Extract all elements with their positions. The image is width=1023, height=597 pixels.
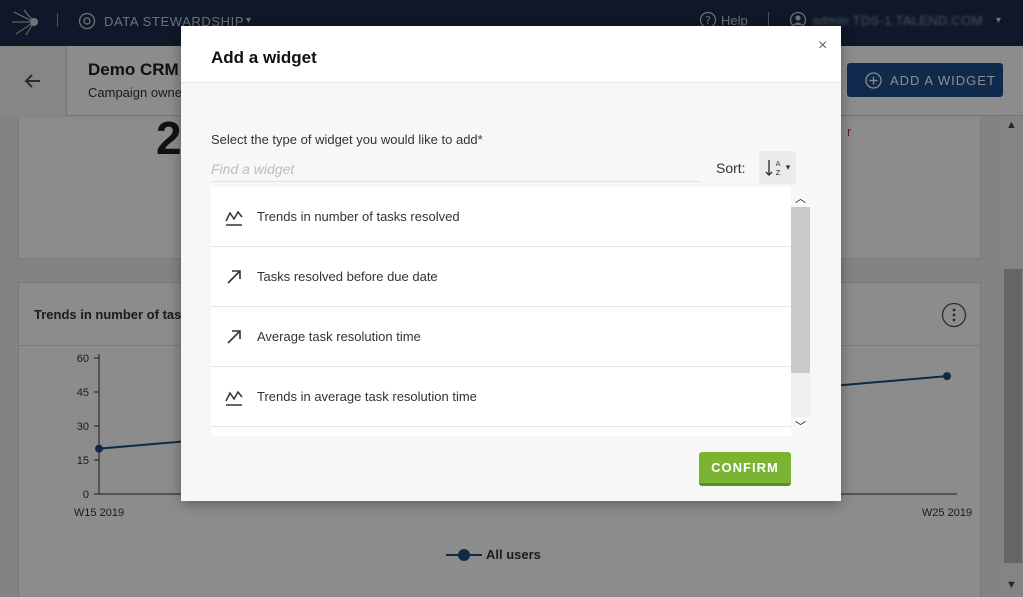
sort-label: Sort: xyxy=(716,160,746,176)
confirm-button[interactable]: CONFIRM xyxy=(699,452,791,486)
widget-type-label: Select the type of widget you would like… xyxy=(211,132,483,147)
widget-type-list: Trends in number of tasks resolved Tasks … xyxy=(211,187,791,436)
chevron-down-icon[interactable]: ﹀ xyxy=(795,418,806,434)
sort-button[interactable]: A Z ▾ xyxy=(759,151,796,184)
widget-search-input[interactable] xyxy=(211,156,701,182)
dialog-title: Add a widget xyxy=(211,48,317,67)
widget-list-item-label: Average task resolution time xyxy=(257,329,421,344)
widget-list-scrollbar[interactable]: ︿ ﹀ xyxy=(791,187,810,436)
close-icon[interactable]: × xyxy=(818,37,827,55)
sort-alpha-icon: A Z xyxy=(765,159,780,177)
dialog-header: Add a widget × xyxy=(181,26,841,83)
widget-list-item-label: Trends in number of tasks resolved xyxy=(257,209,460,224)
svg-text:Z: Z xyxy=(775,169,780,177)
widget-list-item[interactable]: Trends in average task resolution time xyxy=(211,367,791,427)
trend-chart-icon xyxy=(225,210,243,226)
arrow-up-right-icon xyxy=(227,329,241,344)
widget-list-item[interactable]: Average task resolution time xyxy=(211,307,791,367)
chevron-down-icon: ▾ xyxy=(785,162,791,172)
widget-list-item[interactable]: Tasks resolved before due date xyxy=(211,247,791,307)
chevron-up-icon[interactable]: ︿ xyxy=(795,190,806,206)
widget-list-item-label: Trends in average task resolution time xyxy=(257,389,477,404)
add-widget-dialog: Add a widget × Select the type of widget… xyxy=(181,26,841,501)
scrollbar-thumb[interactable] xyxy=(791,207,810,373)
widget-list-item-label: Tasks resolved before due date xyxy=(257,269,438,284)
widget-list-item[interactable]: Trends in number of tasks resolved xyxy=(211,187,791,247)
svg-text:A: A xyxy=(775,160,780,168)
trend-chart-icon xyxy=(225,390,243,406)
arrow-up-right-icon xyxy=(227,269,241,284)
